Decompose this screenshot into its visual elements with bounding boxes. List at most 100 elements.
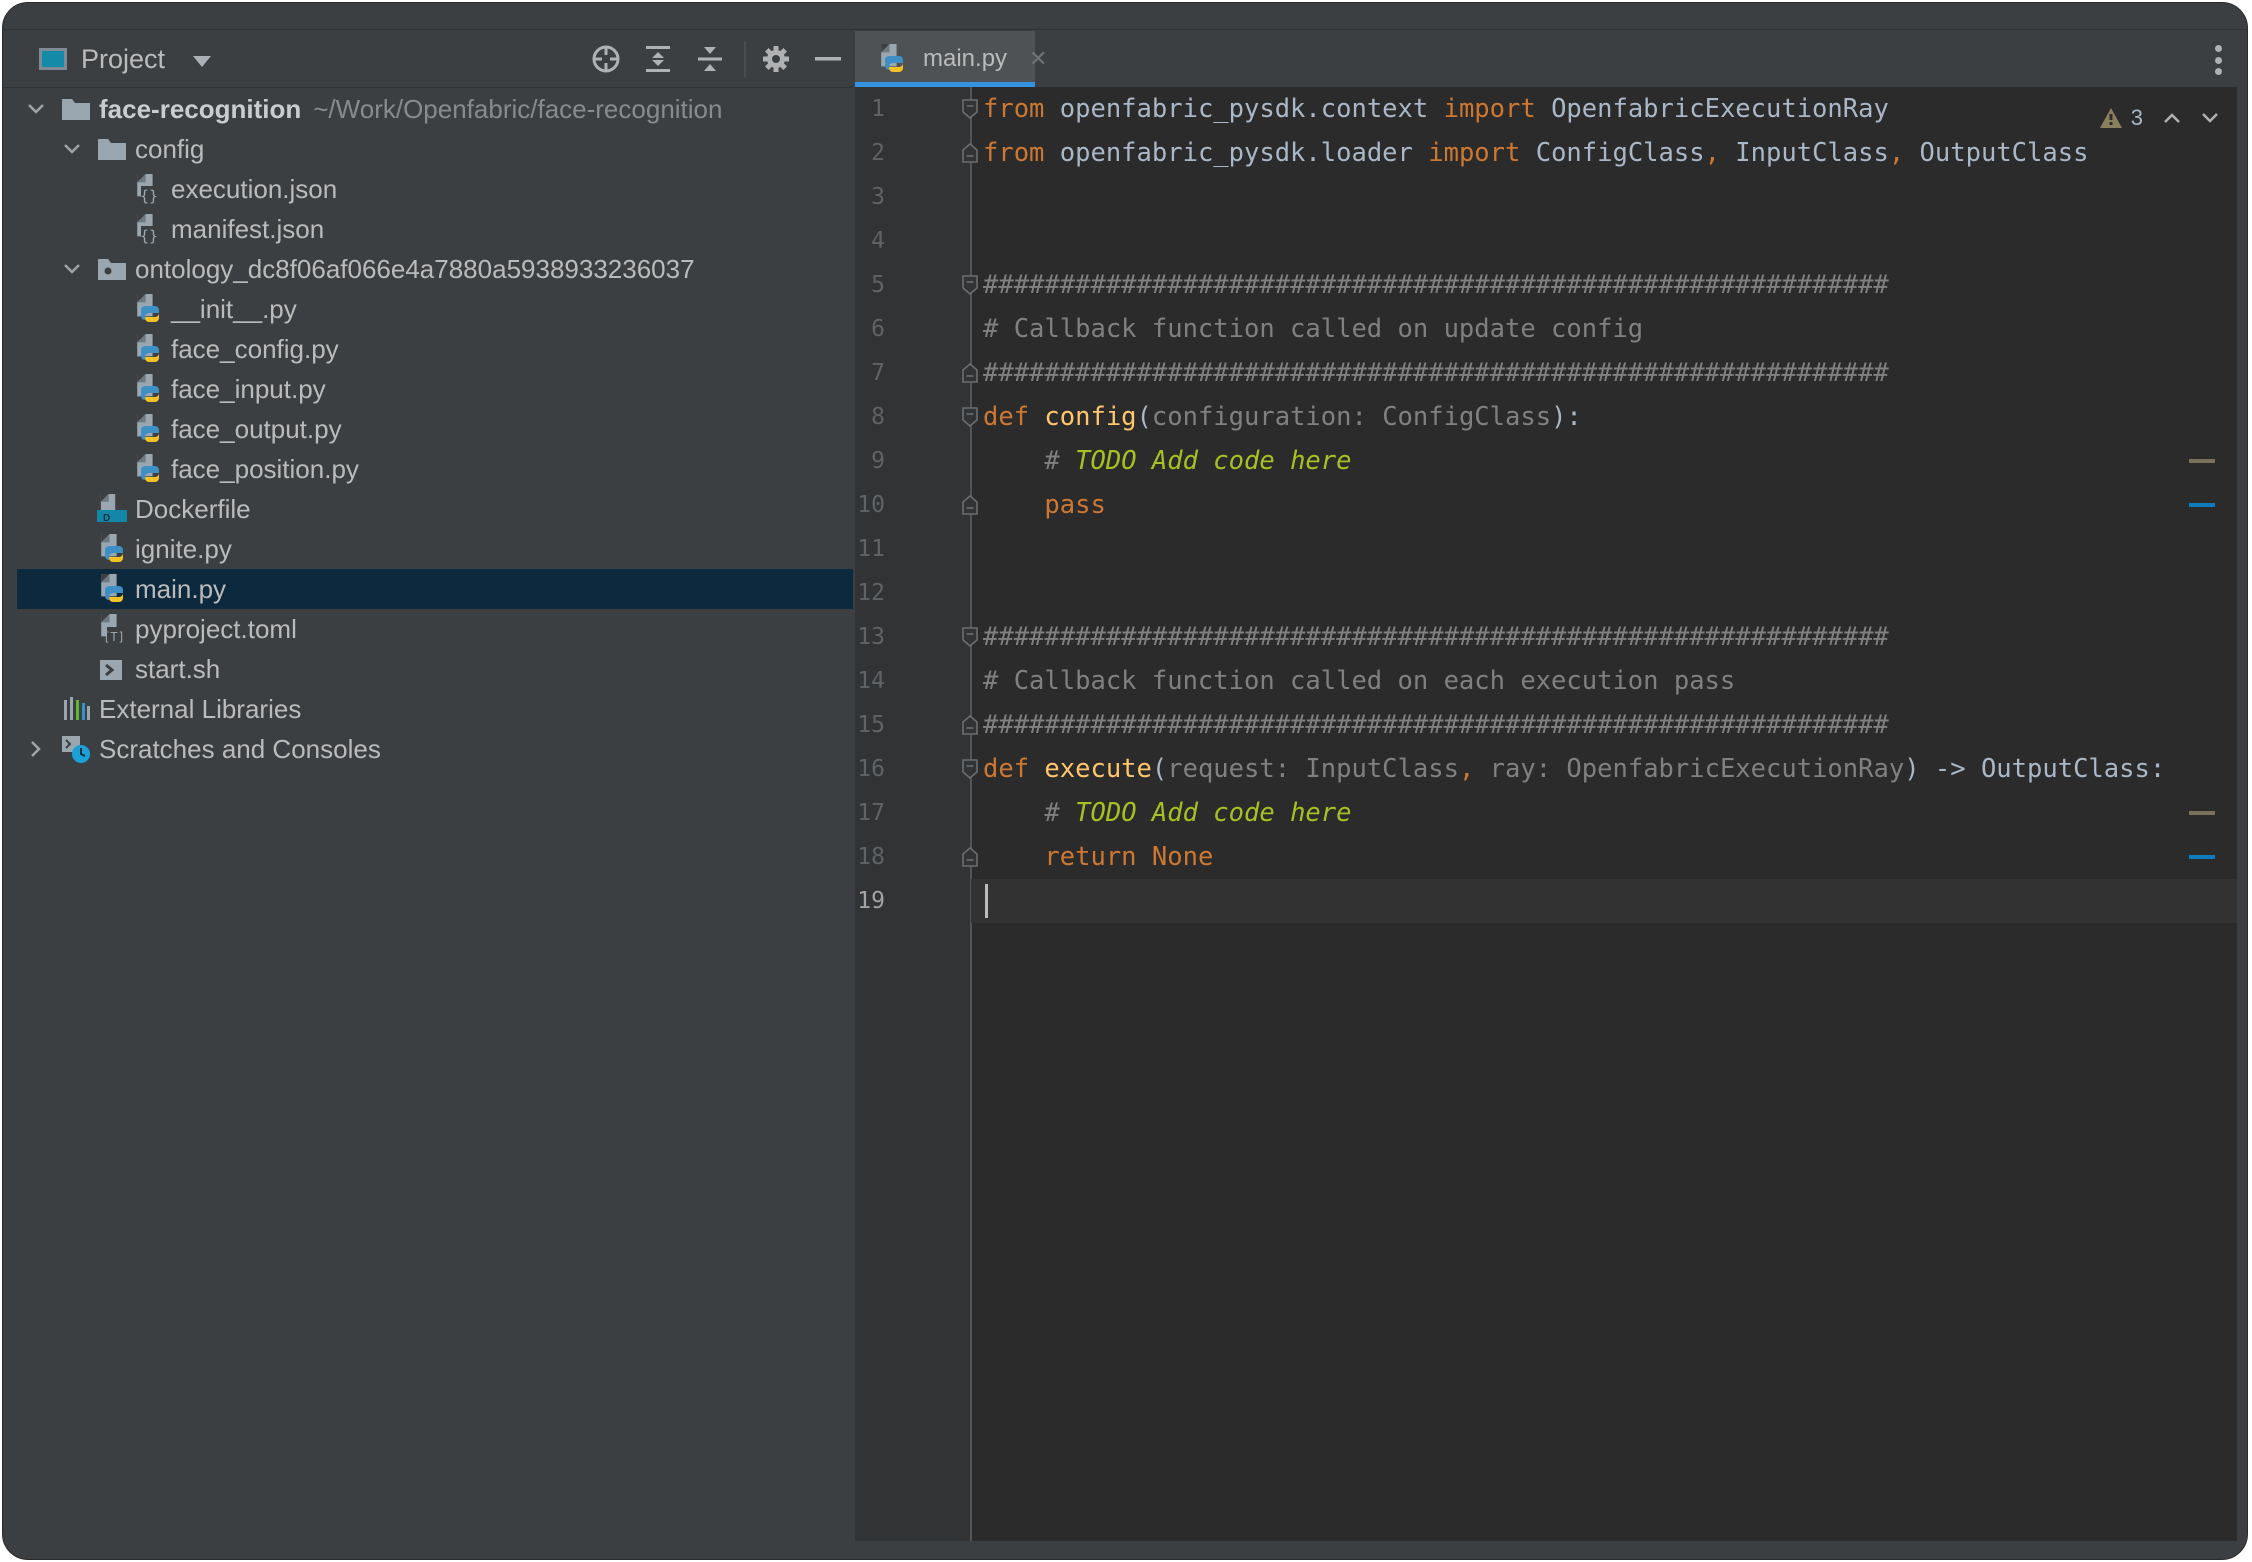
tree-item[interactable]: [T] pyproject.toml [17,609,853,649]
code-line[interactable]: ########################################… [983,703,1889,747]
line-number[interactable]: 3 [855,175,885,219]
fold-start-icon[interactable] [961,758,979,780]
more-options-icon[interactable] [2213,45,2223,75]
fold-start-icon[interactable] [961,98,979,120]
code-line[interactable]: from openfabric_pysdk.loader import Conf… [983,131,2088,175]
line-number[interactable]: 5 [855,263,885,307]
code-line[interactable]: # Callback function called on each execu… [983,659,1735,703]
tree-item-label: start.sh [135,653,221,684]
line-number[interactable]: 18 [855,835,885,879]
line-number[interactable]: 1 [855,87,885,131]
code-token: from [983,138,1045,168]
code-token: openfabric_pysdk.context [1044,94,1444,124]
tree-item[interactable]: face_config.py [17,329,853,369]
external-libraries-icon [61,694,91,724]
tree-item[interactable]: face_output.py [17,409,853,449]
tree-item[interactable]: face_input.py [17,369,853,409]
line-number[interactable]: 8 [855,395,885,439]
tab-main-py[interactable]: main.py ✕ [855,31,1047,87]
dockerfile-icon: D [97,494,127,524]
tree-item[interactable]: {} execution.json [17,169,853,209]
chevron-right-icon[interactable] [25,738,47,760]
line-number[interactable]: 4 [855,219,885,263]
tree-item[interactable]: face_position.py [17,449,853,489]
code-line[interactable]: ########################################… [983,351,1889,395]
tree-item[interactable]: External Libraries [17,689,853,729]
settings-button[interactable] [758,41,794,77]
code-line[interactable]: return None [983,835,1213,879]
close-icon[interactable]: ✕ [1029,46,1047,72]
line-number[interactable]: 12 [855,571,885,615]
fold-end-icon[interactable] [961,142,979,164]
next-highlight-icon[interactable] [2201,112,2219,124]
locate-button[interactable] [588,41,624,77]
tree-item[interactable]: __init__.py [17,289,853,329]
code-line[interactable]: # TODO Add code here [983,791,1351,835]
tree-item[interactable]: ignite.py [17,529,853,569]
code-line[interactable]: pass [983,483,1105,527]
fold-start-icon[interactable] [961,274,979,296]
python-file-icon [133,414,163,444]
fold-end-icon[interactable] [961,846,979,868]
line-number[interactable]: 7 [855,351,885,395]
line-number[interactable]: 15 [855,703,885,747]
code-token: , [1888,138,1905,168]
error-stripe-mark-todo[interactable] [2189,811,2215,815]
code-line[interactable]: # Callback function called on update con… [983,307,1643,351]
tree-item[interactable]: ontology_dc8f06af066e4a7880a593893323603… [17,249,853,289]
tree-item[interactable]: main.py [17,569,853,609]
tree-item[interactable]: {} manifest.json [17,209,853,249]
chevron-down-icon[interactable] [61,138,83,160]
tree-item[interactable]: Scratches and Consoles [17,729,853,769]
chevron-down-icon[interactable] [25,98,47,120]
line-number[interactable]: 6 [855,307,885,351]
code-token: # Callback function called on update con… [983,314,1644,344]
line-number[interactable]: 2 [855,131,885,175]
inspection-widget[interactable]: 3 [2099,101,2219,135]
code-token: ########################################… [983,622,1889,652]
line-number[interactable]: 19 [855,879,885,923]
error-stripe-mark-change[interactable] [2189,855,2215,859]
expand-all-button[interactable] [640,41,676,77]
tree-item[interactable]: config [17,129,853,169]
fold-start-icon[interactable] [961,626,979,648]
code-editor[interactable]: 3 1 from openfabric_pysdk.context import … [855,87,2239,1541]
line-number[interactable]: 13 [855,615,885,659]
hide-panel-button[interactable] [810,41,846,77]
line-number[interactable]: 17 [855,791,885,835]
code-token: import [1428,138,1521,168]
code-line[interactable]: # TODO Add code here [983,439,1351,483]
collapse-all-button[interactable] [692,41,728,77]
fold-end-icon[interactable] [961,362,979,384]
previous-highlight-icon[interactable] [2163,112,2181,124]
code-line[interactable]: def config(configuration: ConfigClass): [983,395,1582,439]
tree-item[interactable]: D Dockerfile [17,489,853,529]
minimize-icon [815,57,841,61]
tree-item[interactable]: start.sh [17,649,853,689]
line-number[interactable]: 9 [855,439,885,483]
code-line[interactable]: ########################################… [983,263,1889,307]
code-line[interactable]: from openfabric_pysdk.context import Ope… [983,87,1889,131]
code-token: , [1704,138,1720,168]
chevron-down-icon[interactable] [61,258,83,280]
fold-end-icon[interactable] [961,494,979,516]
tree-item-label: manifest.json [171,213,325,244]
vertical-scrollbar[interactable] [2237,87,2247,1541]
line-number[interactable]: 10 [855,483,885,527]
tree-item[interactable]: face-recognition ~/Work/Openfabric/face-r… [17,89,853,129]
code-line[interactable]: def execute(request: InputClass, ray: Op… [983,747,2165,791]
line-number[interactable]: 16 [855,747,885,791]
project-view-selector[interactable]: Project [39,31,212,87]
error-stripe-mark-change[interactable] [2189,503,2215,507]
fold-end-icon[interactable] [961,714,979,736]
line-number[interactable]: 14 [855,659,885,703]
error-stripe-mark-todo[interactable] [2189,459,2215,463]
python-file-icon [877,44,907,74]
fold-start-icon[interactable] [961,406,979,428]
code-line[interactable]: ########################################… [983,615,1889,659]
line-number[interactable]: 11 [855,527,885,571]
python-file-icon [133,454,163,484]
